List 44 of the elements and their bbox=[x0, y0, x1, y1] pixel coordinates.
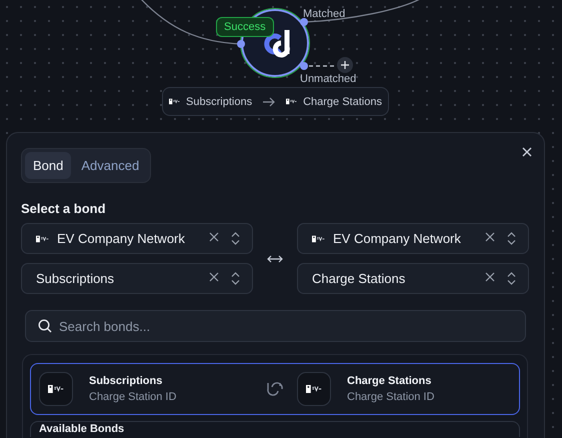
clear-icon[interactable] bbox=[209, 272, 219, 282]
select-field[interactable]: Charge Stations bbox=[297, 263, 529, 294]
logo-icon bbox=[36, 234, 49, 242]
clear-icon[interactable] bbox=[485, 232, 495, 242]
select-field[interactable]: EV Company Network bbox=[21, 223, 253, 254]
tab[interactable]: Bond bbox=[25, 152, 72, 179]
select-field[interactable]: EV Company Network bbox=[297, 223, 529, 254]
search-icon bbox=[38, 319, 52, 333]
table-name: Subscriptions bbox=[89, 375, 164, 387]
target-label: Charge Stations bbox=[303, 96, 382, 108]
port-handle[interactable] bbox=[300, 18, 308, 26]
section-header[interactable]: Available Bonds bbox=[30, 421, 520, 437]
link-icon bbox=[266, 381, 284, 397]
logo-icon bbox=[286, 98, 298, 105]
table-name: Charge Stations bbox=[347, 375, 432, 387]
tab[interactable]: Advanced bbox=[73, 152, 148, 179]
output-label: Matched bbox=[303, 8, 346, 20]
add-icon[interactable] bbox=[337, 57, 353, 73]
logo-icon bbox=[48, 384, 64, 394]
search-field[interactable]: Search bonds... bbox=[25, 310, 526, 342]
section-heading: Select a bond bbox=[21, 201, 107, 216]
output-label: Unmatched bbox=[300, 73, 356, 85]
select-field[interactable]: Subscriptions bbox=[21, 263, 253, 294]
chevron-icon[interactable] bbox=[231, 232, 240, 245]
port-handle[interactable] bbox=[237, 40, 245, 48]
logo-icon bbox=[306, 384, 322, 394]
clear-icon[interactable] bbox=[209, 232, 219, 242]
field-name: Charge Station ID bbox=[347, 391, 434, 403]
bond-card[interactable]: Subscriptions Charge Station ID Charge Stations Charge Station ID bbox=[30, 363, 520, 415]
logo-icon bbox=[169, 98, 180, 105]
clear-icon[interactable] bbox=[485, 272, 495, 282]
close-icon[interactable] bbox=[522, 147, 532, 157]
source-label: Subscriptions bbox=[186, 96, 252, 108]
port-handle[interactable] bbox=[300, 62, 308, 70]
status-badge: Success bbox=[216, 17, 274, 37]
chevron-icon[interactable] bbox=[507, 232, 516, 245]
dashed-line bbox=[309, 65, 336, 67]
logo-icon bbox=[264, 28, 290, 58]
chevron-icon[interactable] bbox=[231, 272, 240, 285]
field-name: Charge Station ID bbox=[89, 391, 176, 403]
logo-icon bbox=[312, 234, 325, 242]
arrow-icon bbox=[262, 96, 276, 106]
chevron-icon[interactable] bbox=[507, 272, 516, 285]
swap-icon[interactable] bbox=[267, 254, 283, 262]
